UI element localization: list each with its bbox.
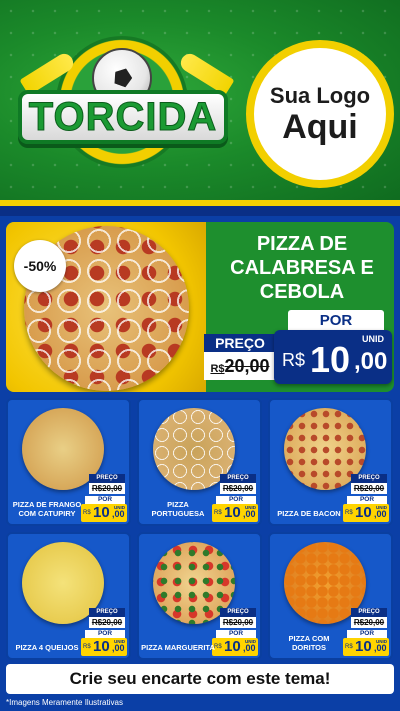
price-integer: 10 (93, 638, 110, 655)
featured-offer[interactable]: -50% PIZZA DE CALABRESA E CEBOLA POR PRE… (6, 222, 394, 392)
currency-label: R$ (83, 644, 91, 650)
price-decimal: ,00 (243, 509, 256, 519)
price-decimal: ,00 (243, 643, 256, 653)
product-price: UNID R$ 10 ,00 (212, 504, 258, 522)
torcida-emblem: TORCIDA (18, 28, 235, 188)
currency-label: R$ (214, 510, 222, 516)
featured-price: UNID R$ 10 ,00 (274, 330, 392, 384)
product-name: PIZZA DE FRANGO COM CATUPIRY (12, 500, 82, 518)
price-decimal: ,00 (112, 509, 125, 519)
product-name: PIZZA COM DORITOS (288, 634, 330, 652)
price-integer: 10 (355, 504, 372, 521)
header: TORCIDA Sua Logo Aqui (0, 0, 400, 206)
preco-label: PREÇO (220, 474, 256, 483)
price-integer: 10 (224, 638, 241, 655)
logo-line-1: Sua Logo (269, 83, 371, 108)
logo-line-2: Aqui (282, 108, 358, 146)
product-card[interactable]: PREÇO R$20,00 POR UNID R$ 10 ,00 PIZZA D… (268, 398, 393, 526)
preco-label: PREÇO (204, 334, 276, 352)
old-price: R$20,00 (204, 352, 276, 380)
old-price-box: PREÇO R$20,00 (89, 608, 125, 628)
unit-label: UNID (362, 334, 384, 344)
price-decimal: ,00 (354, 348, 388, 375)
preco-label: PREÇO (351, 608, 387, 617)
old-price-box: PREÇO R$20,00 (89, 474, 125, 494)
price-integer: 10 (93, 504, 110, 521)
preco-label: PREÇO (220, 608, 256, 617)
old-price-box: PREÇO R$20,00 (204, 334, 276, 382)
preco-label: PREÇO (89, 474, 125, 483)
currency-label: R$ (345, 510, 353, 516)
price-decimal: ,00 (374, 509, 387, 519)
product-price: UNID R$ 10 ,00 (81, 504, 127, 522)
brand-title: TORCIDA (28, 94, 218, 139)
por-label: POR (216, 496, 256, 504)
old-price: R$20,00 (89, 617, 125, 628)
product-card[interactable]: PREÇO R$20,00 POR UNID R$ 10 ,00 PIZZA 4… (6, 532, 131, 660)
brand-banner: TORCIDA (18, 90, 228, 144)
por-label: POR (216, 630, 256, 638)
old-price-box: PREÇO R$20,00 (220, 608, 256, 628)
old-price-box: PREÇO R$20,00 (220, 474, 256, 494)
price-integer: 10 (355, 638, 372, 655)
price-integer: 10 (224, 504, 241, 521)
price-decimal: ,00 (374, 643, 387, 653)
currency-label: R$ (214, 644, 222, 650)
price-integer: 10 (310, 339, 351, 380)
divider-blue (0, 206, 400, 216)
old-price-box: PREÇO R$20,00 (351, 608, 387, 628)
product-card[interactable]: PREÇO R$20,00 POR UNID R$ 10 ,00 PIZZA D… (6, 398, 131, 526)
product-grid: PREÇO R$20,00 POR UNID R$ 10 ,00 PIZZA D… (6, 398, 394, 660)
product-name: PIZZA MARGUERITA (141, 643, 215, 652)
por-label: POR (288, 310, 384, 330)
discount-badge: -50% (14, 240, 66, 292)
old-price-currency: R$ (210, 363, 225, 375)
product-name: PIZZA DE BACON (277, 509, 341, 518)
old-price: R$20,00 (89, 483, 125, 494)
old-price: R$20,00 (351, 483, 387, 494)
preco-label: PREÇO (89, 608, 125, 617)
preco-label: PREÇO (351, 474, 387, 483)
currency-label: R$ (282, 350, 306, 370)
currency-label: R$ (345, 644, 353, 650)
old-price-value: 20,00 (224, 356, 270, 376)
product-card[interactable]: PREÇO R$20,00 POR UNID R$ 10 ,00 PIZZA M… (137, 532, 262, 660)
por-label: POR (347, 630, 387, 638)
price-decimal: ,00 (112, 643, 125, 653)
por-label: POR (347, 496, 387, 504)
old-price: R$20,00 (220, 483, 256, 494)
product-name: PIZZA PORTUGUESA (151, 500, 205, 518)
por-label: POR (85, 630, 125, 638)
old-price: R$20,00 (220, 617, 256, 628)
product-price: UNID R$ 10 ,00 (81, 638, 127, 656)
product-card[interactable]: PREÇO R$20,00 POR UNID R$ 10 ,00 PIZZA P… (137, 398, 262, 526)
product-card[interactable]: PREÇO R$20,00 POR UNID R$ 10 ,00 PIZZA C… (268, 532, 393, 660)
cta-button[interactable]: Crie seu encarte com este tema! (6, 664, 394, 694)
currency-label: R$ (83, 510, 91, 516)
logo-placeholder[interactable]: Sua Logo Aqui (246, 40, 394, 188)
old-price: R$20,00 (351, 617, 387, 628)
product-price: UNID R$ 10 ,00 (212, 638, 258, 656)
product-price: UNID R$ 10 ,00 (343, 638, 389, 656)
product-name: PIZZA 4 QUEIJOS (15, 643, 79, 652)
featured-title: PIZZA DE CALABRESA E CEBOLA (230, 233, 374, 303)
por-label: POR (85, 496, 125, 504)
product-price: UNID R$ 10 ,00 (343, 504, 389, 522)
old-price-box: PREÇO R$20,00 (351, 474, 387, 494)
disclaimer: *Imagens Meramente Ilustrativas (6, 698, 123, 707)
